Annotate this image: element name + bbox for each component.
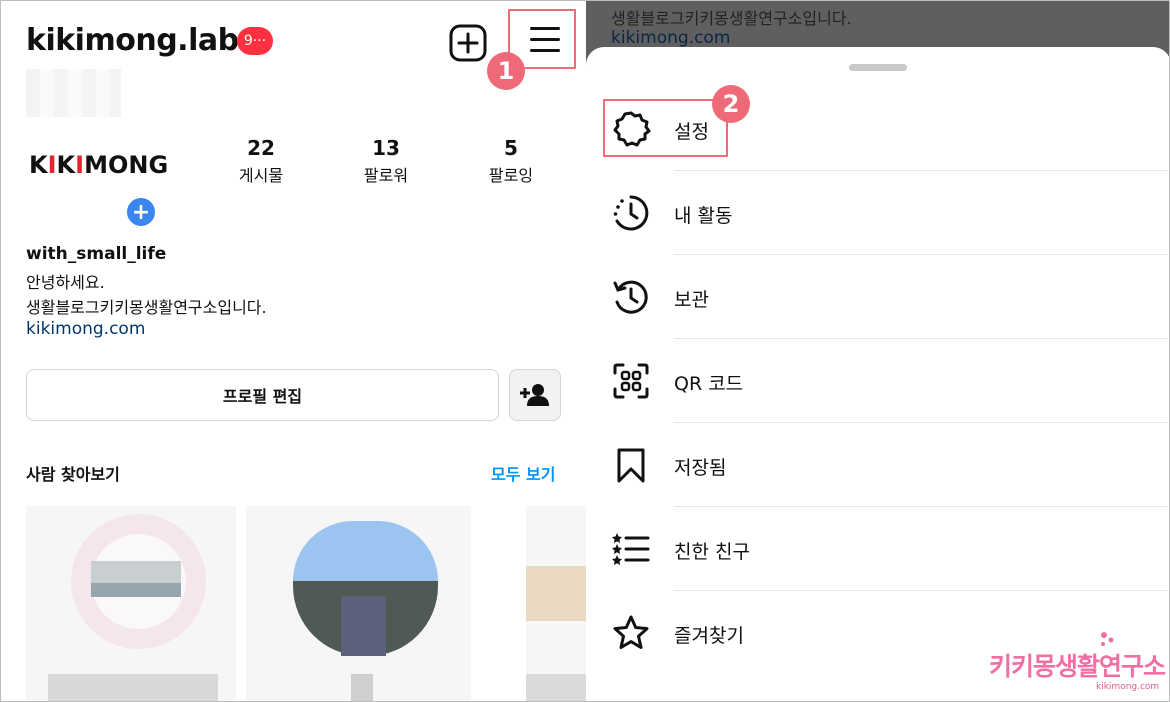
menu-item-qr-code[interactable]: QR 코드 <box>586 339 1169 423</box>
menu-item-close-friends[interactable]: 친한 친구 <box>586 507 1169 591</box>
activity-clock-icon <box>613 195 649 231</box>
blurred-avatar <box>293 521 438 581</box>
add-story-plus-icon[interactable]: + <box>124 195 158 229</box>
bio-link[interactable]: kikimong.com <box>26 319 145 339</box>
menu-label-archive: 보관 <box>674 289 709 311</box>
bookmark-icon <box>617 448 645 483</box>
suggestion-card[interactable] <box>246 506 471 701</box>
suggestion-card[interactable] <box>26 506 236 701</box>
edit-profile-button[interactable]: 프로필 편집 <box>26 369 499 421</box>
bio-line-2: 생활블로그키키몽생활연구소입니다. <box>26 298 267 317</box>
blurred-subtitle <box>26 69 121 117</box>
menu-item-your-activity[interactable]: 내 활동 <box>586 171 1169 255</box>
notification-badge: 9··· <box>237 27 273 55</box>
dimmed-bio-text: 생활블로그키키몽생활연구소입니다. <box>611 9 852 28</box>
watermark-sub: kikimong.com <box>1096 682 1160 692</box>
hamburger-menu-icon[interactable] <box>530 26 560 54</box>
blurred-name <box>48 674 218 701</box>
blurred-avatar <box>526 566 586 621</box>
stat-posts[interactable]: 22 게시물 <box>211 136 311 186</box>
step-1-marker: 1 <box>487 52 525 90</box>
profile-username[interactable]: kikimong.lab <box>26 23 239 58</box>
bio-name: with_small_life <box>26 244 167 264</box>
menu-item-saved[interactable]: 저장됨 <box>586 423 1169 507</box>
stat-posts-label: 게시물 <box>238 166 284 185</box>
discover-people-button[interactable] <box>509 369 561 421</box>
menu-label-close-friends: 친한 친구 <box>674 541 750 563</box>
see-all-link[interactable]: 모두 보기 <box>491 461 555 485</box>
profile-screen: kikimong.lab 9··· 1 KIKIMONG + 22 게시물 13… <box>1 1 586 701</box>
bio-line-1: 안녕하세요. <box>26 273 105 292</box>
discover-people-title: 사람 찾아보기 <box>26 465 120 484</box>
menu-screen: 생활블로그키키몽생활연구소입니다. kikimong.com 설정 내 활동 보… <box>586 1 1169 701</box>
stat-following-label: 팔로잉 <box>488 166 534 185</box>
add-person-icon <box>520 384 549 406</box>
blurred-name <box>351 674 373 701</box>
create-post-icon[interactable] <box>448 23 488 63</box>
stat-following-value: 5 <box>504 136 518 160</box>
menu-item-archive[interactable]: 보관 <box>586 255 1169 339</box>
menu-label-saved: 저장됨 <box>674 457 727 479</box>
sheet-drag-handle[interactable] <box>849 64 907 71</box>
stat-followers-value: 13 <box>372 136 400 160</box>
bottom-sheet-menu: 설정 내 활동 보관 QR 코드 저장됨 친한 친구 즐겨찾기 <box>586 47 1169 701</box>
dimmed-bio-link: kikimong.com <box>611 28 731 48</box>
suggestion-card[interactable] <box>526 506 586 701</box>
star-icon <box>613 615 649 649</box>
profile-logo: KIKIMONG <box>29 151 169 179</box>
screenshot-frame: kikimong.lab 9··· 1 KIKIMONG + 22 게시물 13… <box>0 0 1170 702</box>
step-2-marker: 2 <box>712 85 750 123</box>
qr-code-icon <box>613 363 649 399</box>
stat-posts-value: 22 <box>247 136 275 160</box>
close-friends-list-icon <box>612 533 650 565</box>
archive-history-icon <box>613 280 648 314</box>
menu-label-qr-code: QR 코드 <box>674 373 744 395</box>
settings-highlight-box <box>603 99 728 157</box>
menu-label-your-activity: 내 활동 <box>674 205 733 227</box>
stat-followers-label: 팔로워 <box>363 166 409 185</box>
watermark-text: 키키몽생활연구소 <box>989 652 1166 681</box>
menu-label-favorites: 즐겨찾기 <box>674 625 744 647</box>
stat-followers[interactable]: 13 팔로워 <box>336 136 436 186</box>
stat-following[interactable]: 5 팔로잉 <box>461 136 561 186</box>
